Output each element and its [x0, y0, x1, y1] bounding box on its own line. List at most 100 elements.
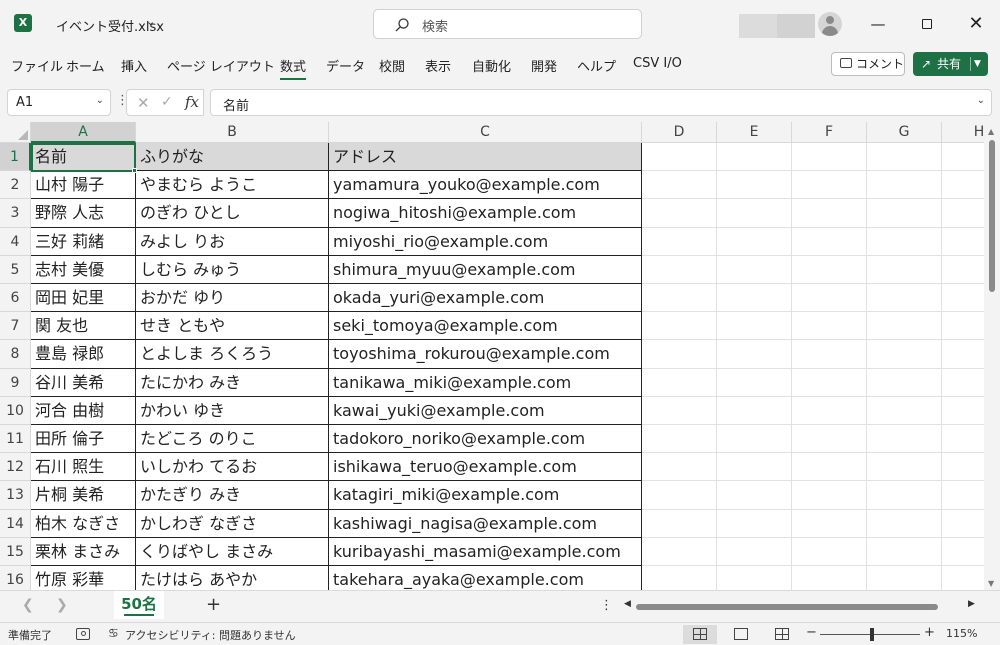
cell-e[interactable] — [717, 199, 792, 228]
cell-h[interactable] — [942, 453, 984, 481]
zoom-level[interactable]: 115% — [946, 627, 977, 640]
cell-g[interactable] — [867, 171, 942, 199]
cell-g[interactable] — [867, 312, 942, 340]
cell-b[interactable]: いしかわ てるお — [136, 453, 329, 481]
cell-g[interactable] — [867, 425, 942, 453]
cell-d[interactable] — [642, 228, 717, 256]
sheet-tab[interactable]: 50名 — [114, 591, 164, 619]
chevron-down-icon[interactable]: ⌄ — [96, 95, 104, 106]
cell-h[interactable] — [942, 284, 984, 312]
row-header[interactable]: 15 — [0, 538, 31, 566]
cell-g[interactable] — [867, 284, 942, 312]
cell-g[interactable] — [867, 369, 942, 397]
table-header-cell-a[interactable]: 名前 — [31, 143, 136, 171]
add-sheet-button[interactable]: + — [206, 594, 221, 615]
cell-b[interactable]: たにかわ みき — [136, 369, 329, 397]
cell-f[interactable] — [792, 453, 867, 481]
cell-b[interactable]: たどころ のりこ — [136, 425, 329, 453]
cell-e[interactable] — [717, 425, 792, 453]
accessibility-icon[interactable]: ♋ — [108, 626, 119, 640]
cell-e[interactable] — [717, 143, 792, 171]
cell-g[interactable] — [867, 453, 942, 481]
cell-h[interactable] — [942, 425, 984, 453]
tab-developer[interactable]: 開発 — [531, 56, 557, 75]
cell-h[interactable] — [942, 566, 984, 590]
row-header[interactable]: 10 — [0, 397, 31, 425]
cell-d[interactable] — [642, 143, 717, 171]
column-header-g[interactable]: G — [867, 122, 942, 143]
scroll-down-icon[interactable]: ▼ — [988, 579, 994, 588]
scroll-left-icon[interactable]: ◀ — [624, 599, 631, 609]
row-header[interactable]: 14 — [0, 510, 31, 538]
tab-formulas[interactable]: 数式 — [280, 56, 307, 80]
cell-g[interactable] — [867, 566, 942, 590]
chevron-down-icon[interactable]: ⌄ — [977, 95, 985, 106]
cell-d[interactable] — [642, 171, 717, 199]
page-break-preview-button[interactable] — [765, 625, 799, 644]
cell-c[interactable]: katagiri_miki@example.com — [329, 481, 642, 510]
cell-b[interactable]: みよし りお — [136, 228, 329, 256]
cell-b[interactable]: のぎわ ひとし — [136, 199, 329, 228]
cell-c[interactable]: kuribayashi_masami@example.com — [329, 538, 642, 566]
cell-d[interactable] — [642, 369, 717, 397]
tab-csv-io[interactable]: CSV I/O — [633, 56, 682, 71]
select-all-button[interactable] — [0, 122, 31, 143]
cell-e[interactable] — [717, 538, 792, 566]
cell-c[interactable]: toyoshima_rokurou@example.com — [329, 340, 642, 369]
maximize-button[interactable] — [915, 12, 939, 36]
chevron-left-icon[interactable]: ❮ — [22, 597, 34, 613]
cell-e[interactable] — [717, 510, 792, 538]
cell-a[interactable]: 石川 照生 — [31, 453, 136, 481]
cell-h[interactable] — [942, 256, 984, 284]
cell-f[interactable] — [792, 397, 867, 425]
cell-d[interactable] — [642, 538, 717, 566]
cell-e[interactable] — [717, 481, 792, 510]
cell-h[interactable] — [942, 510, 984, 538]
cell-c[interactable]: ishikawa_teruo@example.com — [329, 453, 642, 481]
cell-d[interactable] — [642, 566, 717, 590]
tab-home[interactable]: ホーム — [66, 56, 105, 75]
cell-c[interactable]: shimura_myuu@example.com — [329, 256, 642, 284]
cell-c[interactable]: miyoshi_rio@example.com — [329, 228, 642, 256]
cell-f[interactable] — [792, 256, 867, 284]
row-header[interactable]: 3 — [0, 199, 31, 228]
column-header-b[interactable]: B — [136, 122, 329, 143]
cell-e[interactable] — [717, 171, 792, 199]
share-button[interactable]: ↗ 共有 ▼ — [913, 52, 988, 76]
zoom-in-button[interactable]: + — [924, 625, 935, 640]
insert-function-icon[interactable]: fx — [185, 93, 199, 111]
minimize-button[interactable]: — — [866, 12, 890, 36]
tab-file[interactable]: ファイル — [11, 56, 63, 75]
cell-a[interactable]: 栗林 まさみ — [31, 538, 136, 566]
cell-c[interactable]: seki_tomoya@example.com — [329, 312, 642, 340]
row-header[interactable]: 9 — [0, 369, 31, 397]
worksheet-grid[interactable]: A B C D E F G H 1 名前 ふりがな アドレス 2 山村 陽子 やまむら よう… — [0, 122, 984, 590]
more-icon[interactable]: ⋮ — [600, 598, 613, 613]
account-name[interactable] — [739, 14, 815, 38]
cell-g[interactable] — [867, 199, 942, 228]
cell-d[interactable] — [642, 256, 717, 284]
cell-a[interactable]: 三好 莉緒 — [31, 228, 136, 256]
cell-f[interactable] — [792, 566, 867, 590]
cell-f[interactable] — [792, 228, 867, 256]
cell-c[interactable]: tadokoro_noriko@example.com — [329, 425, 642, 453]
cell-f[interactable] — [792, 538, 867, 566]
cell-c[interactable]: yamamura_youko@example.com — [329, 171, 642, 199]
cell-c[interactable]: tanikawa_miki@example.com — [329, 369, 642, 397]
cell-a[interactable]: 田所 倫子 — [31, 425, 136, 453]
scroll-thumb[interactable] — [989, 140, 995, 292]
cell-d[interactable] — [642, 340, 717, 369]
cell-a[interactable]: 河合 由樹 — [31, 397, 136, 425]
row-header[interactable]: 5 — [0, 256, 31, 284]
scroll-right-icon[interactable]: ▶ — [968, 599, 975, 609]
cell-b[interactable]: とよしま ろくろう — [136, 340, 329, 369]
cell-g[interactable] — [867, 481, 942, 510]
cell-d[interactable] — [642, 312, 717, 340]
cell-e[interactable] — [717, 340, 792, 369]
tab-page-layout[interactable]: ページ レイアウト — [167, 56, 275, 75]
cell-e[interactable] — [717, 312, 792, 340]
cell-g[interactable] — [867, 510, 942, 538]
cell-h[interactable] — [942, 538, 984, 566]
macro-record-icon[interactable] — [76, 628, 90, 640]
avatar[interactable] — [818, 12, 842, 36]
